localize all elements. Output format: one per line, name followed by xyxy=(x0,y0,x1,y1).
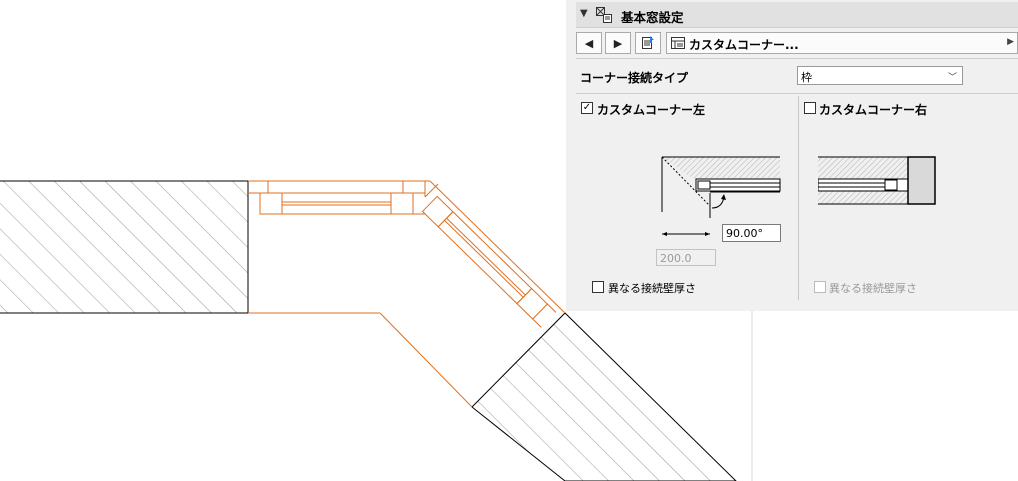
panel-title: 基本窓設定 xyxy=(621,10,684,25)
column-divider xyxy=(798,96,799,300)
corner-type-label: コーナー接続タイプ xyxy=(580,71,689,85)
custom-corner-right-label: カスタムコーナー右 xyxy=(819,103,928,117)
separator xyxy=(576,58,1018,59)
panel-header[interactable]: ▼ 基本窓設定 xyxy=(576,2,1018,28)
left-wall xyxy=(0,180,249,314)
chevron-down-icon: ﹀ xyxy=(947,73,957,83)
right-corner-diagram xyxy=(818,156,936,205)
chevron-left-icon: ◀ xyxy=(584,36,594,50)
custom-corner-left-label: カスタムコーナー左 xyxy=(597,103,706,117)
chevron-right-icon: ▶ xyxy=(613,36,623,50)
component-selector[interactable]: カスタムコーナー... ▶ xyxy=(666,32,1018,54)
right-wall xyxy=(471,312,737,481)
corner-length-input: 200.0 xyxy=(656,249,716,266)
settings-button[interactable] xyxy=(635,32,661,54)
document-settings-icon xyxy=(642,36,654,49)
corner-component-icon xyxy=(671,37,685,49)
prev-button[interactable]: ◀ xyxy=(576,32,602,54)
separator xyxy=(576,93,1018,94)
right-diff-thickness-label: 異なる接続壁厚さ xyxy=(829,282,917,295)
window-settings-icon xyxy=(596,7,612,23)
right-diff-thickness-checkbox xyxy=(814,281,826,293)
corner-type-select[interactable]: 枠 ﹀ xyxy=(797,66,963,85)
custom-corner-right-checkbox[interactable] xyxy=(804,102,816,114)
corner-type-value: 枠 xyxy=(801,71,812,84)
component-name: カスタムコーナー... xyxy=(689,38,799,52)
custom-corner-left-checkbox[interactable]: ✓ xyxy=(581,102,593,114)
window-settings-panel: ▼ 基本窓設定 ◀ ▶ カスタムコーナー... ▶ コーナー接続タイプ 枠 ﹀ … xyxy=(566,0,1018,311)
left-diff-thickness-checkbox[interactable] xyxy=(592,281,604,293)
next-button[interactable]: ▶ xyxy=(605,32,631,54)
corner-angle-input[interactable]: 90.00° xyxy=(722,224,781,242)
expand-arrow-icon[interactable]: ▶ xyxy=(1007,37,1014,47)
collapse-triangle-icon[interactable]: ▼ xyxy=(580,8,588,19)
left-diff-thickness-label: 異なる接続壁厚さ xyxy=(608,282,696,295)
